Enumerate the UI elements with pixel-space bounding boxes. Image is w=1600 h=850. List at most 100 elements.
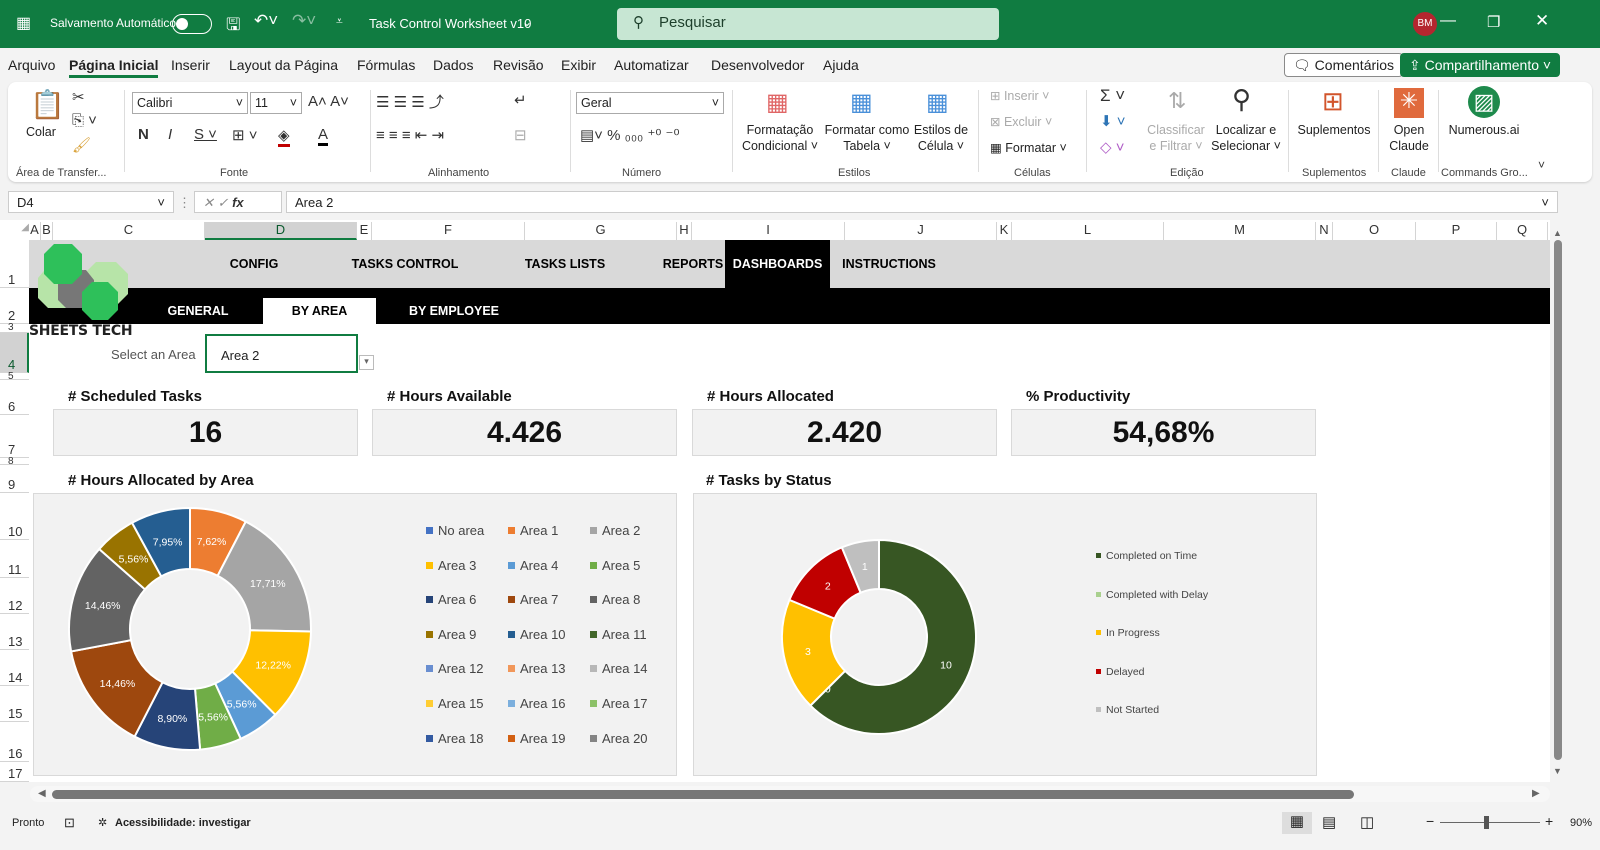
row-header-5[interactable]: 5: [0, 372, 29, 382]
scroll-up-icon[interactable]: ▲: [1553, 228, 1562, 238]
normal-view-icon[interactable]: ▦: [1282, 812, 1312, 834]
zoom-slider-thumb[interactable]: [1484, 816, 1489, 829]
format-cells-button[interactable]: ▦ Formatar ˅: [990, 140, 1067, 156]
row-header-10[interactable]: 10: [0, 493, 29, 540]
dropdown-arrow-icon[interactable]: ▾: [359, 355, 374, 370]
underline-icon[interactable]: S ˅: [194, 126, 217, 143]
tab-automatizar[interactable]: Automatizar: [614, 57, 689, 73]
select-all-corner[interactable]: ◢: [0, 222, 29, 240]
tab-pagina-inicial[interactable]: Página Inicial: [69, 57, 159, 78]
column-header-H[interactable]: H: [677, 222, 692, 240]
macro-record-icon[interactable]: ⊡: [64, 815, 75, 831]
font-color-icon[interactable]: A: [318, 126, 329, 146]
avatar[interactable]: BM: [1413, 12, 1437, 36]
row-header-6[interactable]: 6: [0, 380, 29, 415]
nav-instructions[interactable]: INSTRUCTIONS: [834, 240, 944, 288]
nav-tasks-lists[interactable]: TASKS LISTS: [505, 240, 625, 288]
document-title[interactable]: Task Control Worksheet v10: [369, 16, 531, 31]
cut-icon[interactable]: ✂: [72, 88, 85, 106]
insert-cells-button[interactable]: ⊞ Inserir ˅: [990, 88, 1049, 104]
tab-inserir[interactable]: Inserir: [171, 57, 210, 73]
area-select-cell[interactable]: Area 2: [205, 334, 358, 373]
redo-icon[interactable]: ↷˅: [292, 11, 316, 31]
subnav-by-area[interactable]: BY AREA: [263, 298, 376, 324]
tab-layout[interactable]: Layout da Página: [229, 57, 338, 73]
row-header-2[interactable]: 2: [0, 288, 29, 324]
paste-icon[interactable]: 📋: [30, 88, 65, 121]
column-header-A[interactable]: A: [29, 222, 41, 240]
find-select-button[interactable]: Localizar e Selecionar ˅: [1208, 122, 1284, 154]
hours-by-area-chart[interactable]: 0,00%7,62%17,71%12,22%5,56%5,56%8,90%14,…: [33, 493, 677, 776]
fill-color-icon[interactable]: ◈: [278, 126, 290, 147]
copy-icon[interactable]: ⎘ ˅: [72, 112, 97, 129]
page-break-icon[interactable]: ◫: [1360, 813, 1374, 831]
column-header-P[interactable]: P: [1416, 222, 1497, 240]
name-box[interactable]: D4 ˅: [8, 191, 174, 213]
paste-button[interactable]: Colar: [26, 124, 56, 140]
search-box[interactable]: ⚲ Pesquisar: [617, 8, 999, 40]
number-format-select[interactable]: Geral ˅: [576, 92, 724, 114]
wrap-text-icon[interactable]: ↵: [514, 91, 527, 109]
row-header-12[interactable]: 12: [0, 578, 29, 614]
addins-button[interactable]: Suplementos: [1296, 122, 1372, 138]
accessibility-status[interactable]: Acessibilidade: investigar: [115, 817, 251, 829]
row-header-15[interactable]: 15: [0, 686, 29, 722]
scroll-left-icon[interactable]: ◀: [38, 788, 46, 799]
restore-icon[interactable]: ❐: [1487, 13, 1500, 31]
column-header-Q[interactable]: Q: [1497, 222, 1548, 240]
comments-button[interactable]: 🗨 Comentários: [1284, 53, 1404, 77]
column-header-J[interactable]: J: [845, 222, 997, 240]
zoom-out-icon[interactable]: −: [1426, 813, 1434, 829]
font-size-select[interactable]: 11 ˅: [250, 92, 302, 114]
vertical-scroll-thumb[interactable]: [1554, 240, 1562, 760]
zoom-slider[interactable]: [1440, 822, 1540, 823]
increase-font-icon[interactable]: A˄ A˅: [308, 93, 349, 110]
page-layout-icon[interactable]: ▤: [1322, 813, 1336, 831]
column-header-M[interactable]: M: [1164, 222, 1316, 240]
row-header-14[interactable]: 14: [0, 650, 29, 686]
italic-icon[interactable]: I: [168, 126, 172, 143]
column-header-E[interactable]: E: [357, 222, 372, 240]
close-icon[interactable]: ✕: [1535, 11, 1549, 31]
borders-icon[interactable]: ⊞ ˅: [232, 126, 258, 144]
subnav-by-employee[interactable]: BY EMPLOYEE: [386, 298, 522, 324]
save-icon[interactable]: 🖫: [226, 12, 240, 41]
insert-function-icon[interactable]: fx: [232, 195, 244, 210]
minimize-icon[interactable]: —: [1440, 12, 1456, 30]
column-header-D[interactable]: D: [205, 222, 357, 240]
nav-dashboards[interactable]: DASHBOARDS: [725, 240, 830, 288]
row-header-8[interactable]: 8: [0, 457, 29, 467]
scroll-right-icon[interactable]: ▶: [1532, 788, 1540, 799]
bold-icon[interactable]: N: [138, 126, 149, 143]
column-header-N[interactable]: N: [1316, 222, 1333, 240]
column-header-K[interactable]: K: [997, 222, 1012, 240]
row-header-3[interactable]: 3: [0, 323, 29, 333]
row-header-7[interactable]: 7: [0, 415, 29, 458]
column-header-F[interactable]: F: [372, 222, 525, 240]
subnav-general[interactable]: GENERAL: [149, 298, 247, 324]
zoom-in-icon[interactable]: +: [1545, 813, 1553, 829]
enter-icon[interactable]: ✓: [218, 195, 229, 210]
tab-revisao[interactable]: Revisão: [493, 57, 544, 73]
row-header-1[interactable]: 1: [0, 240, 29, 288]
conditional-format-button[interactable]: Formatação Condicional ˅: [740, 122, 820, 154]
row-header-13[interactable]: 13: [0, 614, 29, 650]
open-claude-button[interactable]: Open Claude: [1384, 122, 1434, 154]
row-header-9[interactable]: 9: [0, 465, 29, 493]
worksheet-grid[interactable]: A B C D E F G H I J K L M N O P Q ◢ 1 2 3 4 5 6 7 8 9 10 11 12 13 14 15…: [0, 220, 1550, 782]
clear-icon[interactable]: ◇ ˅: [1100, 138, 1124, 156]
formula-input[interactable]: Area 2 ˅: [286, 191, 1558, 213]
customize-toolbar-icon[interactable]: ⩡: [336, 14, 343, 29]
accounting-icon[interactable]: ▤˅ % ₀₀₀ ⁺⁰ ⁻⁰: [580, 126, 679, 144]
tab-formulas[interactable]: Fórmulas: [357, 57, 415, 73]
zoom-level[interactable]: 90%: [1570, 817, 1592, 829]
align-left-icon[interactable]: ≡ ≡ ≡ ⇤ ⇥: [376, 126, 444, 144]
undo-icon[interactable]: ↶˅: [254, 11, 278, 31]
share-button[interactable]: ⇪ Compartilhamento ˅: [1400, 53, 1561, 77]
row-header-4[interactable]: 4: [0, 333, 29, 373]
scroll-down-icon[interactable]: ▼: [1553, 766, 1562, 776]
horizontal-scrollbar[interactable]: ◀ ▶: [30, 786, 1550, 802]
column-header-C[interactable]: C: [53, 222, 205, 240]
horizontal-scroll-thumb[interactable]: [52, 790, 1354, 799]
nav-config[interactable]: CONFIG: [204, 240, 304, 288]
